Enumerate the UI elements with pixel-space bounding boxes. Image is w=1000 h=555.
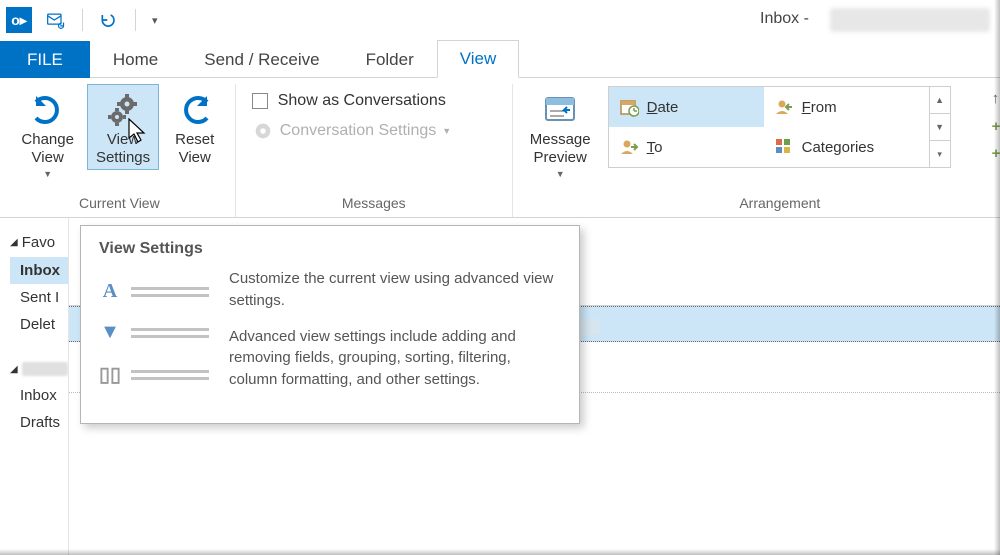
redacted-account [830, 8, 990, 32]
group-current-view: Change View ▼ View Settings Reset View [4, 84, 236, 217]
nav-item-deleted[interactable]: Delet [10, 311, 68, 338]
nav-item-sent[interactable]: Sent I [10, 284, 68, 311]
view-settings-tooltip: View Settings A ▼ ▯▯ Customize the curre… [80, 225, 580, 424]
ribbon: Change View ▼ View Settings Reset View [0, 78, 1000, 218]
arrangement-gallery: Date From To Categories ▲ [608, 86, 930, 168]
gallery-scroll: ▲ ▼ ▾ [929, 86, 951, 168]
change-view-button[interactable]: Change View ▼ [12, 84, 83, 183]
expand-collapse-button[interactable]: +−Ex [992, 145, 1000, 162]
arrangement-side-options: ↑↓R +▭Ad +−Ex [962, 84, 1000, 162]
ribbon-tabs: FILE Home Send / Receive Folder View [0, 40, 1000, 78]
nav-item-drafts[interactable]: Drafts [10, 409, 68, 436]
dropdown-caret-icon: ▼ [43, 169, 52, 180]
tab-view[interactable]: View [437, 40, 520, 78]
group-label-messages: Messages [342, 191, 406, 217]
show-conversations-label: Show as Conversations [278, 92, 446, 110]
conversation-settings-label: Conversation Settings [280, 122, 437, 140]
nav-item-inbox-2[interactable]: Inbox [10, 382, 68, 409]
group-arrangement: Message Preview ▼ Date From To [513, 84, 1000, 217]
message-preview-button[interactable]: Message Preview ▼ [521, 84, 600, 183]
nav-favorites-header[interactable]: ◢Favo [10, 234, 68, 251]
view-settings-label: View Settings [96, 131, 150, 167]
change-view-label: Change View [21, 131, 74, 167]
tab-home[interactable]: Home [90, 41, 181, 78]
nav-item-inbox[interactable]: Inbox [10, 257, 68, 284]
reset-view-button[interactable]: Reset View [163, 84, 227, 170]
redacted-account [22, 362, 68, 376]
conversation-settings-button: Conversation Settings ▼ [252, 120, 496, 142]
group-label-arrangement: Arrangement [739, 191, 820, 217]
message-preview-label: Message Preview [530, 131, 591, 167]
tooltip-graphic: A ▼ ▯▯ [99, 268, 209, 405]
qat-separator [82, 9, 83, 31]
arrange-from-label: rom [811, 99, 837, 116]
from-icon [774, 97, 794, 117]
dropdown-caret-icon: ▼ [556, 169, 565, 180]
qat-separator [135, 9, 136, 31]
gallery-scroll-up[interactable]: ▲ [930, 87, 950, 114]
nav-account-header[interactable]: ◢ [10, 362, 68, 376]
message-preview-icon [542, 92, 578, 128]
checkbox-icon [252, 93, 268, 109]
gallery-more[interactable]: ▾ [930, 141, 950, 167]
arrange-date-label: ate [657, 99, 678, 116]
categories-icon [774, 137, 794, 157]
tab-send-receive[interactable]: Send / Receive [181, 41, 342, 78]
reset-view-label: Reset View [172, 131, 218, 167]
to-icon [619, 137, 639, 157]
arrange-by-date[interactable]: Date [609, 87, 764, 127]
mail-sync-icon[interactable] [46, 10, 66, 30]
arrange-to-label: o [654, 139, 662, 156]
view-settings-button[interactable]: View Settings [87, 84, 158, 170]
arrange-categories-label: Categories [802, 139, 875, 156]
gallery-scroll-down[interactable]: ▼ [930, 114, 950, 141]
window-title: Inbox - [760, 10, 809, 28]
change-view-icon [30, 92, 66, 128]
date-icon [619, 97, 639, 117]
conversation-settings-icon [252, 120, 274, 142]
arrange-by-categories[interactable]: Categories [764, 127, 929, 167]
arrange-by-to[interactable]: To [609, 127, 764, 167]
group-messages: Show as Conversations Conversation Setti… [236, 84, 513, 217]
undo-icon[interactable] [99, 10, 119, 30]
navigation-pane: ◢Favo Inbox Sent I Delet ◢ Inbox Drafts [0, 218, 68, 555]
reset-view-icon [177, 92, 213, 128]
tooltip-title: View Settings [99, 240, 561, 258]
tab-folder[interactable]: Folder [343, 41, 437, 78]
group-label-current-view: Current View [79, 191, 160, 217]
tooltip-p1: Customize the current view using advance… [229, 268, 561, 312]
qat-customize-icon[interactable]: ▾ [152, 14, 158, 27]
tooltip-p2: Advanced view settings include adding an… [229, 326, 561, 391]
reverse-sort-button[interactable]: ↑↓R [992, 90, 1000, 107]
show-conversations-checkbox[interactable]: Show as Conversations [252, 92, 496, 110]
tab-file[interactable]: FILE [0, 41, 90, 78]
add-columns-button[interactable]: +▭Ad [992, 117, 1000, 135]
outlook-logo-icon: o▸ [6, 7, 32, 33]
title-bar: o▸ ▾ Inbox - [0, 0, 1000, 40]
arrange-by-from[interactable]: From [764, 87, 929, 127]
gears-icon [105, 92, 141, 128]
